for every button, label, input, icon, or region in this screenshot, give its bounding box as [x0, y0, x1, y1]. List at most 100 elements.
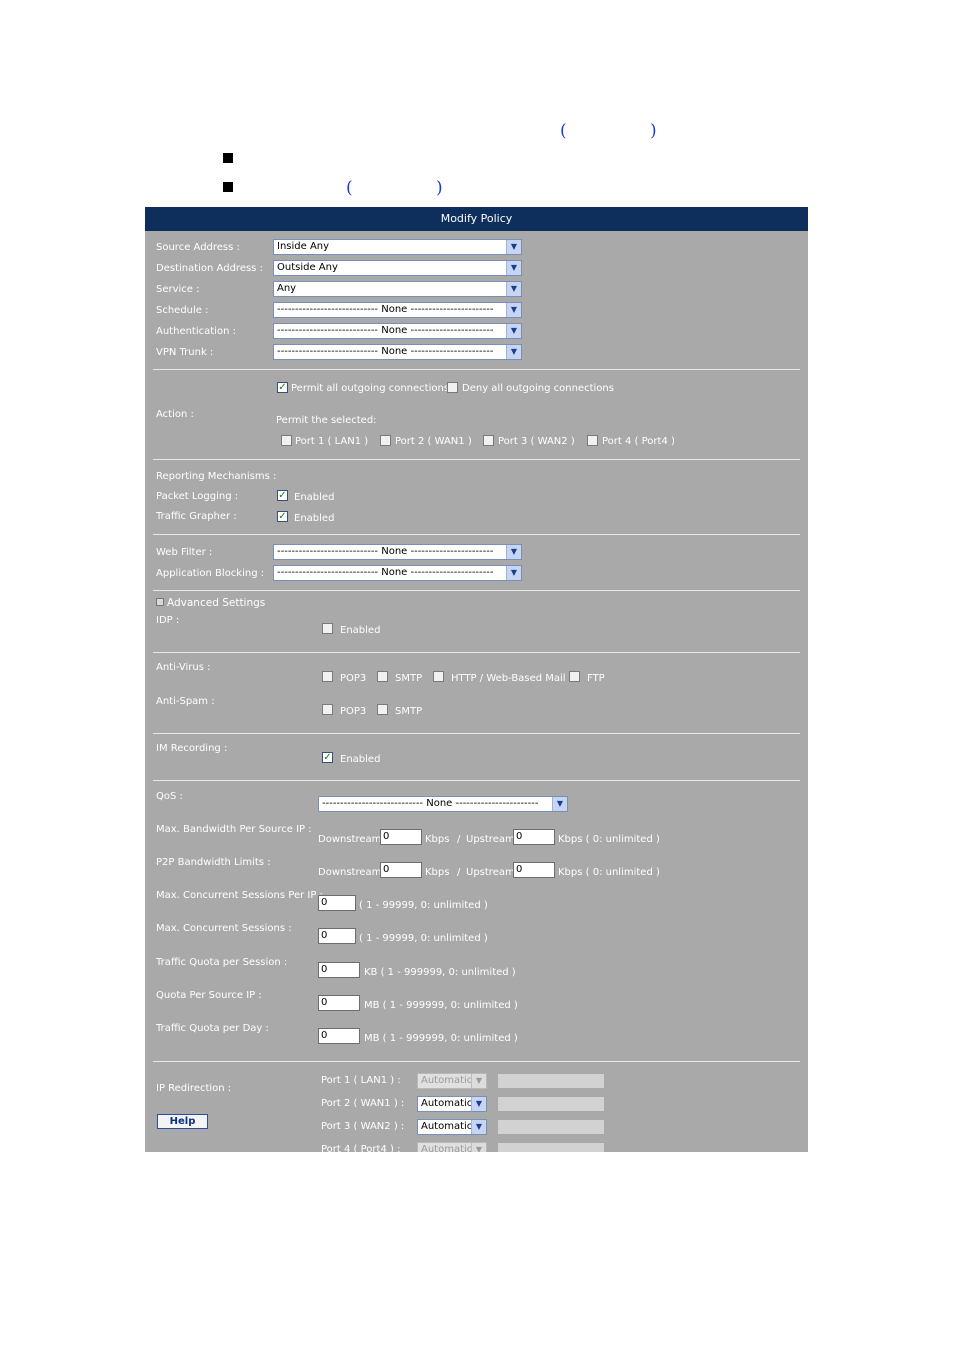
deny-all-label: Deny all outgoing connections: [462, 383, 614, 394]
select-value: Outside Any: [277, 262, 338, 273]
paren-close: ): [650, 121, 657, 141]
port3-checkbox[interactable]: [483, 435, 494, 446]
max-bw-downstream-input[interactable]: 0: [380, 829, 422, 845]
select-value: Automatic: [421, 1075, 473, 1086]
p2p-downstream-input[interactable]: 0: [380, 862, 422, 878]
chevron-down-icon: ▼: [552, 797, 567, 811]
av-ftp-checkbox[interactable]: [569, 671, 580, 682]
select-value: ---------------------------- None ------…: [277, 346, 494, 357]
paren-close: ): [436, 178, 443, 198]
av-pop3-checkbox[interactable]: [322, 671, 333, 682]
port4-label: Port 4 ( Port4 ): [602, 436, 675, 447]
select-value: ---------------------------- None ------…: [277, 546, 494, 557]
action-label: Action :: [156, 409, 194, 420]
redirect-port2-select[interactable]: Automatic ▼: [417, 1096, 487, 1112]
destination-address-label: Destination Address :: [156, 263, 263, 274]
vpn-trunk-label: VPN Trunk :: [156, 347, 214, 358]
port2-checkbox[interactable]: [380, 435, 391, 446]
port1-checkbox[interactable]: [281, 435, 292, 446]
web-filter-select[interactable]: ---------------------------- None ------…: [273, 544, 522, 560]
qos-label: QoS :: [156, 791, 183, 802]
web-filter-label: Web Filter :: [156, 547, 213, 558]
im-recording-checkbox[interactable]: ✓: [322, 752, 333, 763]
downstream-label: Downstream: [318, 834, 382, 845]
select-value: Inside Any: [277, 241, 330, 252]
max-bw-upstream-input[interactable]: 0: [513, 829, 555, 845]
port1-label: Port 1 ( LAN1 ): [295, 436, 369, 447]
av-http-checkbox[interactable]: [433, 671, 444, 682]
help-button[interactable]: Help: [157, 1114, 208, 1129]
max-bandwidth-label: Max. Bandwidth Per Source IP :: [156, 824, 312, 835]
select-value: Automatic: [421, 1098, 473, 1109]
chevron-down-icon: ▼: [506, 324, 521, 338]
bullet-icon: [223, 182, 233, 192]
service-select[interactable]: Any ▼: [273, 281, 522, 297]
modify-policy-panel: Modify Policy Source Address : Inside An…: [145, 207, 808, 1152]
application-blocking-label: Application Blocking :: [156, 568, 265, 579]
traffic-grapher-checkbox[interactable]: ✓: [277, 511, 288, 522]
traffic-grapher-enabled: Enabled: [294, 513, 335, 524]
quota-session-label: Traffic Quota per Session :: [156, 957, 288, 968]
chevron-down-icon: ▼: [506, 545, 521, 559]
redirect-port4-label: Port 4 ( Port4 ) :: [321, 1144, 401, 1152]
quota-day-input[interactable]: 0: [318, 1028, 360, 1044]
authentication-select[interactable]: ---------------------------- None ------…: [273, 323, 522, 339]
divider: [153, 590, 800, 591]
as-pop3-checkbox[interactable]: [322, 704, 333, 715]
select-value: ---------------------------- None ------…: [322, 798, 539, 809]
chevron-down-icon: ▼: [506, 303, 521, 317]
downstream-label: Downstream: [318, 867, 382, 878]
quota-session-input[interactable]: 0: [318, 962, 360, 978]
redirect-port2-ip-input[interactable]: [497, 1096, 605, 1112]
av-smtp-label: SMTP: [395, 673, 423, 684]
av-smtp-checkbox[interactable]: [377, 671, 388, 682]
kb-hint: KB ( 1 - 999999, 0: unlimited ): [364, 967, 516, 978]
packet-logging-checkbox[interactable]: ✓: [277, 490, 288, 501]
sessions-hint: ( 1 - 99999, 0: unlimited ): [359, 900, 488, 911]
as-smtp-checkbox[interactable]: [377, 704, 388, 715]
redirect-port1-select[interactable]: Automatic ▼: [417, 1073, 487, 1089]
qos-select[interactable]: ---------------------------- None ------…: [318, 796, 568, 812]
divider: [153, 369, 800, 370]
collapse-icon[interactable]: [156, 598, 164, 606]
quota-source-label: Quota Per Source IP :: [156, 990, 262, 1001]
port4-checkbox[interactable]: [587, 435, 598, 446]
chevron-down-icon: ▼: [506, 240, 521, 254]
anti-spam-label: Anti-Spam :: [156, 696, 215, 707]
deny-all-checkbox[interactable]: [447, 382, 458, 393]
chevron-down-icon: ▼: [506, 261, 521, 275]
permit-all-checkbox[interactable]: ✓: [277, 382, 288, 393]
redirect-port1-ip-input[interactable]: [497, 1073, 605, 1089]
chevron-down-icon: ▼: [471, 1097, 486, 1111]
max-sessions-ip-input[interactable]: 0: [318, 895, 356, 911]
max-sessions-ip-label: Max. Concurrent Sessions Per IP :: [156, 890, 323, 901]
schedule-label: Schedule :: [156, 305, 209, 316]
application-blocking-select[interactable]: ---------------------------- None ------…: [273, 565, 522, 581]
as-pop3-label: POP3: [340, 706, 367, 717]
p2p-upstream-input[interactable]: 0: [513, 862, 555, 878]
chevron-down-icon: ▼: [471, 1143, 486, 1152]
redirect-port3-ip-input[interactable]: [497, 1119, 605, 1135]
kbps-label: Kbps: [425, 867, 450, 878]
destination-address-select[interactable]: Outside Any ▼: [273, 260, 522, 276]
chevron-down-icon: ▼: [506, 345, 521, 359]
ip-redirection-label: IP Redirection :: [156, 1083, 232, 1094]
redirect-port4-ip-input[interactable]: [497, 1142, 605, 1152]
max-sessions-input[interactable]: 0: [318, 928, 356, 944]
quota-source-input[interactable]: 0: [318, 995, 360, 1011]
divider: [153, 652, 800, 653]
vpn-trunk-select[interactable]: ---------------------------- None ------…: [273, 344, 522, 360]
bullet-icon: [223, 153, 233, 163]
panel-title: Modify Policy: [145, 207, 808, 231]
idp-checkbox[interactable]: [322, 623, 333, 634]
packet-logging-enabled: Enabled: [294, 492, 335, 503]
redirect-port3-select[interactable]: Automatic ▼: [417, 1119, 487, 1135]
quota-day-label: Traffic Quota per Day :: [156, 1023, 269, 1034]
upstream-label: Upstream: [466, 834, 515, 845]
redirect-port4-select[interactable]: Automatic ▼: [417, 1142, 487, 1152]
source-address-select[interactable]: Inside Any ▼: [273, 239, 522, 255]
chevron-down-icon: ▼: [506, 282, 521, 296]
schedule-select[interactable]: ---------------------------- None ------…: [273, 302, 522, 318]
select-value: ---------------------------- None ------…: [277, 325, 494, 336]
kbps-unlimited-label: Kbps ( 0: unlimited ): [558, 834, 660, 845]
